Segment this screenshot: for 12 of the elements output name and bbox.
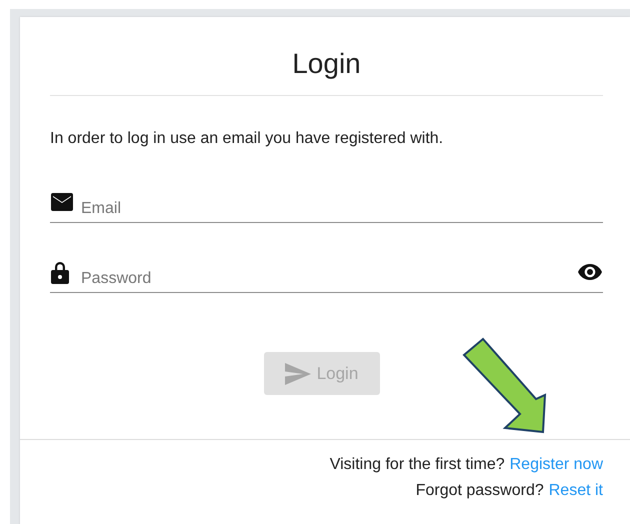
lock-icon	[51, 260, 69, 284]
footer-link[interactable]: Reset it	[548, 482, 603, 499]
footer-link[interactable]: Register now	[510, 456, 603, 473]
input-field[interactable]: Email	[81, 194, 603, 218]
input-field[interactable]: Password	[81, 264, 578, 288]
send-icon	[284, 362, 311, 384]
footer-prompt: Visiting for the first time?	[330, 456, 505, 473]
footer-prompt: Forgot password?	[416, 482, 544, 499]
instruction-text: In order to log in use an email you have registered with.	[50, 129, 444, 149]
envelope-icon	[51, 193, 73, 211]
eye-icon[interactable]	[578, 264, 602, 280]
login-title: Login	[291, 47, 362, 81]
